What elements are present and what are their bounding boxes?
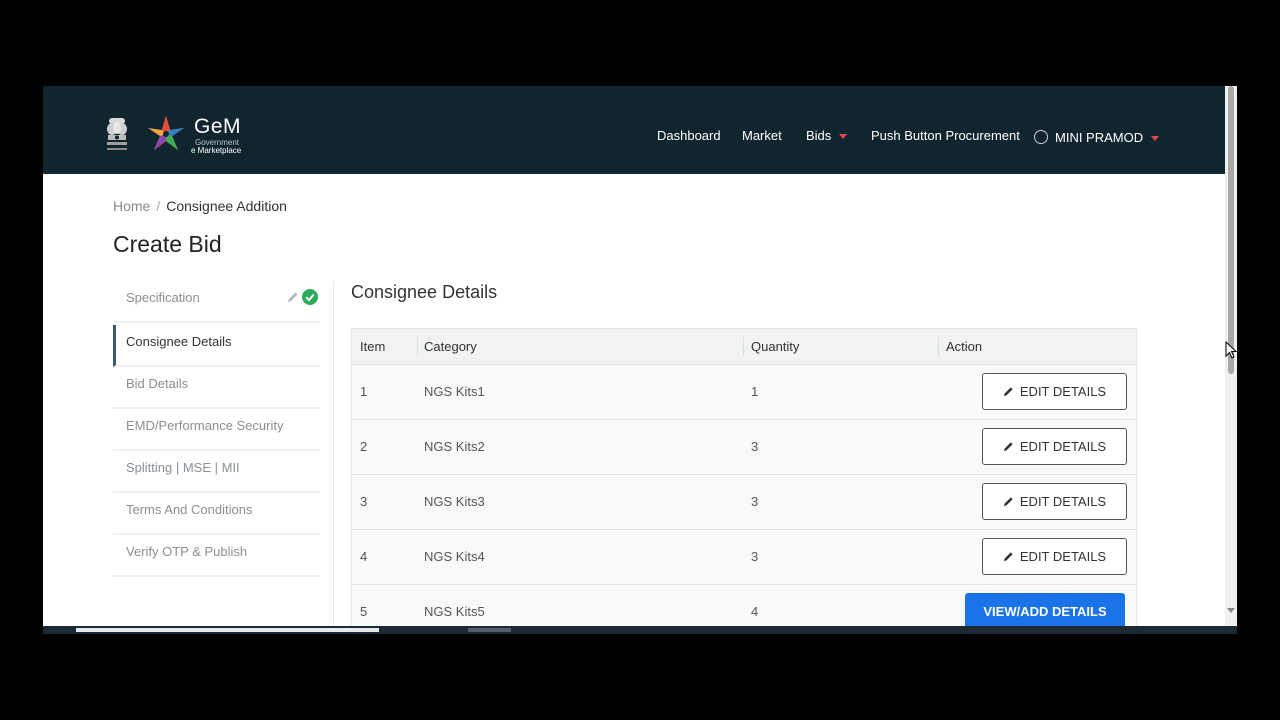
breadcrumb: Home / Consignee Addition xyxy=(113,198,287,214)
cell-quantity: 3 xyxy=(751,494,759,509)
column-divider xyxy=(743,337,744,356)
nav-push-button-procurement[interactable]: Push Button Procurement xyxy=(871,128,1020,143)
gem-logo-icon[interactable] xyxy=(146,114,186,154)
table-row: 4 NGS Kits4 3 EDIT DETAILS xyxy=(352,530,1136,585)
step-sidebar: Specification Consignee Details Bid Deta… xyxy=(113,281,321,577)
column-divider xyxy=(938,337,939,356)
sidebar-item-verify-otp-publish[interactable]: Verify OTP & Publish xyxy=(113,535,321,577)
sidebar-item-emd-performance-security[interactable]: EMD/Performance Security xyxy=(113,409,321,451)
nav-bids-label: Bids xyxy=(806,128,832,143)
column-header-item: Item xyxy=(360,339,386,354)
table-row: 2 NGS Kits2 3 EDIT DETAILS xyxy=(352,420,1136,475)
cell-category: NGS Kits2 xyxy=(424,439,485,454)
edit-details-button[interactable]: EDIT DETAILS xyxy=(982,538,1127,575)
cell-quantity: 1 xyxy=(751,384,759,399)
column-header-action: Action xyxy=(946,339,983,354)
section-title: Consignee Details xyxy=(351,282,498,302)
edit-details-button[interactable]: EDIT DETAILS xyxy=(982,373,1127,410)
breadcrumb-home[interactable]: Home xyxy=(113,198,150,214)
nav-bids[interactable]: Bids xyxy=(806,128,848,143)
user-icon xyxy=(1034,130,1048,144)
pencil-icon xyxy=(1003,497,1013,507)
cell-quantity: 3 xyxy=(751,549,759,564)
taskbar-strip xyxy=(43,626,1237,634)
chevron-down-icon xyxy=(1151,136,1160,142)
pencil-icon xyxy=(1003,442,1013,452)
sidebar-item-label: EMD/Performance Security xyxy=(126,418,284,433)
table-row: 3 NGS Kits3 3 EDIT DETAILS xyxy=(352,475,1136,530)
pencil-icon xyxy=(1003,552,1013,562)
sidebar-item-label: Terms And Conditions xyxy=(126,502,253,517)
edit-details-button[interactable]: EDIT DETAILS xyxy=(982,428,1127,465)
sidebar-item-consignee-details[interactable]: Consignee Details xyxy=(113,325,321,367)
sidebar-item-terms-and-conditions[interactable]: Terms And Conditions xyxy=(113,493,321,535)
cell-item: 2 xyxy=(360,439,368,454)
brand-name[interactable]: GeM xyxy=(194,115,241,139)
sidebar-item-label: Specification xyxy=(126,290,200,305)
consignee-table: Item Category Quantity Action 1 NGS Kits… xyxy=(351,328,1137,626)
brand-subtitle-2: e Marketplace xyxy=(191,146,242,155)
sidebar-item-specification[interactable]: Specification xyxy=(113,281,321,323)
cell-item: 5 xyxy=(360,604,368,619)
cell-category: NGS Kits1 xyxy=(424,384,485,399)
sidebar-item-label: Splitting | MSE | MII xyxy=(126,460,240,475)
view-add-details-button[interactable]: VIEW/ADD DETAILS xyxy=(965,593,1125,626)
edit-details-label: EDIT DETAILS xyxy=(1019,384,1107,399)
page-title: Create Bid xyxy=(113,231,222,257)
pencil-icon[interactable] xyxy=(287,291,299,303)
sidebar-item-bid-details[interactable]: Bid Details xyxy=(113,367,321,409)
sidebar-item-splitting-mse-mii[interactable]: Splitting | MSE | MII xyxy=(113,451,321,493)
nav-market[interactable]: Market xyxy=(742,128,782,143)
user-menu[interactable]: MINI PRAMOD xyxy=(1034,130,1160,145)
cell-quantity: 3 xyxy=(751,439,759,454)
cell-category: NGS Kits3 xyxy=(424,494,485,509)
browser-viewport: GeM Government e Marketplace Dashboard M… xyxy=(43,86,1225,626)
sidebar-item-label: Bid Details xyxy=(126,376,189,391)
emblem-icon xyxy=(107,118,127,150)
edit-details-label: EDIT DETAILS xyxy=(1019,494,1107,509)
sidebar-item-label: Verify OTP & Publish xyxy=(126,544,248,559)
edit-details-button[interactable]: EDIT DETAILS xyxy=(982,483,1127,520)
top-navbar: GeM Government e Marketplace Dashboard M… xyxy=(43,86,1225,174)
sidebar-item-label: Consignee Details xyxy=(126,334,232,349)
check-circle-icon xyxy=(302,289,318,305)
taskbar-segment xyxy=(468,628,511,632)
vertical-divider xyxy=(333,281,334,626)
nav-dashboard[interactable]: Dashboard xyxy=(657,128,721,143)
user-name: MINI PRAMOD xyxy=(1055,130,1144,145)
column-header-quantity: Quantity xyxy=(751,339,800,354)
scrollbar-thumb[interactable] xyxy=(1228,86,1234,374)
breadcrumb-current: Consignee Addition xyxy=(166,198,287,214)
cell-item: 1 xyxy=(360,384,368,399)
scroll-down-arrow-icon[interactable] xyxy=(1227,608,1235,613)
mouse-cursor-icon xyxy=(1225,341,1237,359)
table-row: 5 NGS Kits5 4 VIEW/ADD DETAILS xyxy=(352,585,1136,626)
taskbar-segment xyxy=(76,628,379,632)
edit-details-label: EDIT DETAILS xyxy=(1019,549,1107,564)
table-header: Item Category Quantity Action xyxy=(352,329,1136,365)
table-row: 1 NGS Kits1 1 EDIT DETAILS xyxy=(352,365,1136,420)
cell-category: NGS Kits5 xyxy=(424,604,485,619)
column-header-category: Category xyxy=(424,339,477,354)
cell-item: 3 xyxy=(360,494,368,509)
cell-item: 4 xyxy=(360,549,368,564)
column-divider xyxy=(417,337,418,356)
edit-details-label: EDIT DETAILS xyxy=(1019,439,1107,454)
cell-category: NGS Kits4 xyxy=(424,549,485,564)
pencil-icon xyxy=(1003,387,1013,397)
chevron-down-icon xyxy=(839,134,848,140)
breadcrumb-separator: / xyxy=(156,198,161,214)
cell-quantity: 4 xyxy=(751,604,759,619)
